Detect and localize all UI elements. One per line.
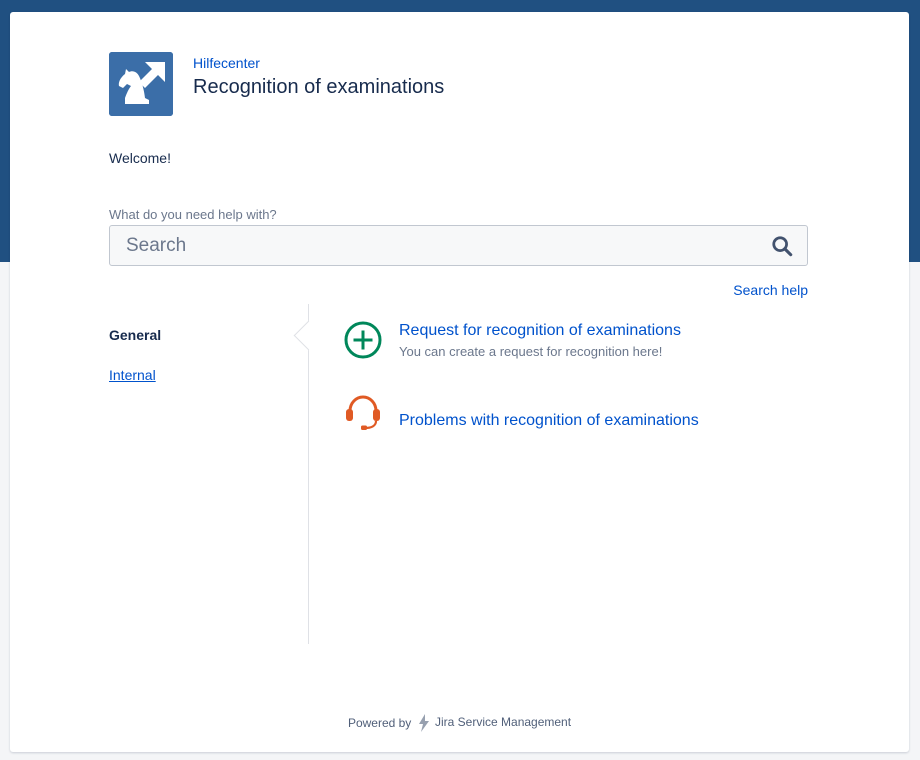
footer-product-link[interactable]: Jira Service Management — [435, 715, 571, 729]
nav-divider — [308, 304, 309, 644]
breadcrumb-help-center[interactable]: Hilfecenter — [193, 55, 260, 71]
search-label: What do you need help with? — [109, 207, 277, 222]
request-type-title[interactable]: Problems with recognition of examination… — [399, 412, 699, 430]
jira-bolt-icon — [418, 714, 429, 732]
welcome-message: Welcome! — [109, 150, 171, 166]
page-title: Recognition of examinations — [193, 76, 445, 98]
headset-icon — [346, 395, 380, 430]
portal-logo-icon[interactable] — [109, 52, 173, 116]
active-group-pointer — [293, 320, 324, 351]
search-box — [109, 225, 808, 266]
nav-item-internal[interactable]: Internal — [109, 367, 156, 383]
request-type-title[interactable]: Request for recognition of examinations — [399, 322, 681, 340]
search-help-link[interactable]: Search help — [733, 282, 808, 298]
search-input[interactable] — [110, 226, 766, 265]
footer: Powered by Jira Service Management — [10, 714, 909, 732]
plus-circle-icon — [344, 321, 382, 359]
footer-powered-by: Powered by — [347, 716, 412, 730]
portal-card: Hilfecenter Recognition of examinations … — [10, 12, 909, 752]
nav-item-general[interactable]: General — [109, 327, 161, 343]
request-type-description: You can create a request for recognition… — [399, 344, 663, 359]
search-icon[interactable] — [771, 235, 793, 257]
